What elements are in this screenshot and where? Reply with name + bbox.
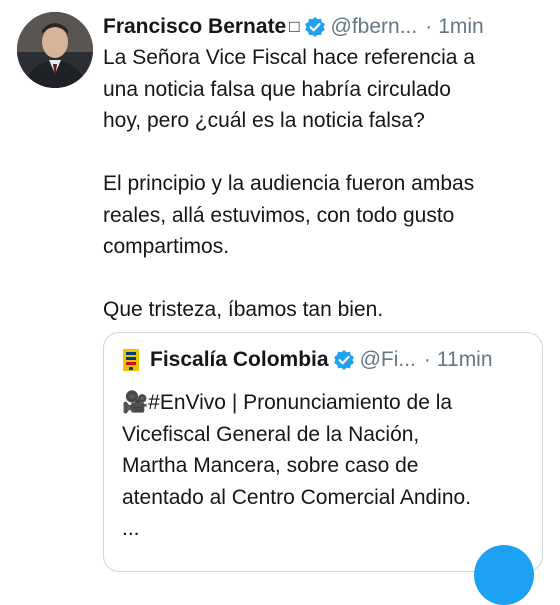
tweet-line: La Señora Vice Fiscal hace referencia a [103,46,475,69]
author-avatar[interactable] [17,12,93,88]
tweet-line: Que tristeza, íbamos tan bien. [103,298,384,321]
author-name[interactable]: Francisco Bernate [103,12,286,42]
quote-header: Fiscalía Colombia @Fi... · 11min [122,345,532,375]
header-separator: · [425,15,433,38]
quoted-tweet-card[interactable]: Fiscalía Colombia @Fi... · 11min 🎥#EnViv… [103,332,543,572]
quote-author-name[interactable]: Fiscalía Colombia [150,345,329,375]
tweet-line: hoy, pero ¿cuál es la noticia falsa? [103,109,425,132]
verified-icon [333,349,355,371]
verified-icon [304,16,326,38]
quote-line: 🎥#EnVivo | Pronunciamiento de la [122,391,453,414]
quote-line: Martha Mancera, sobre caso de [122,454,419,477]
quote-author-handle[interactable]: @Fi... [360,345,416,375]
compose-button[interactable] [474,545,534,605]
tweet-line: El principio y la audiencia fueron ambas [103,172,475,195]
quote-timestamp[interactable]: 11min [437,345,493,375]
tweet-line: compartimos. [103,235,230,258]
quote-line: Vicefiscal General de la Nación, [122,422,420,446]
header-separator: · [423,348,431,371]
tweet-text: La Señora Vice Fiscal hace referencia a … [103,42,548,326]
quote-line: ... [122,517,140,540]
quote-text: 🎥#EnVivo | Pronunciamiento de la Vicefis… [122,387,532,545]
avatar-photo [17,12,93,88]
author-handle[interactable]: @fbern... [331,12,418,42]
name-emoji-glyph: □ [289,17,300,36]
quote-line: atentado al Centro Comercial Andino. [122,485,472,509]
tweet-line: una noticia falsa que habría circulado [103,77,451,101]
tweet-header: Francisco Bernate □ @fbern... · 1min [103,12,543,42]
tweet-line: reales, allá estuvimos, con todo gusto [103,203,455,227]
fiscalia-logo-icon [122,348,140,372]
tweet-timestamp[interactable]: 1min [438,12,484,42]
